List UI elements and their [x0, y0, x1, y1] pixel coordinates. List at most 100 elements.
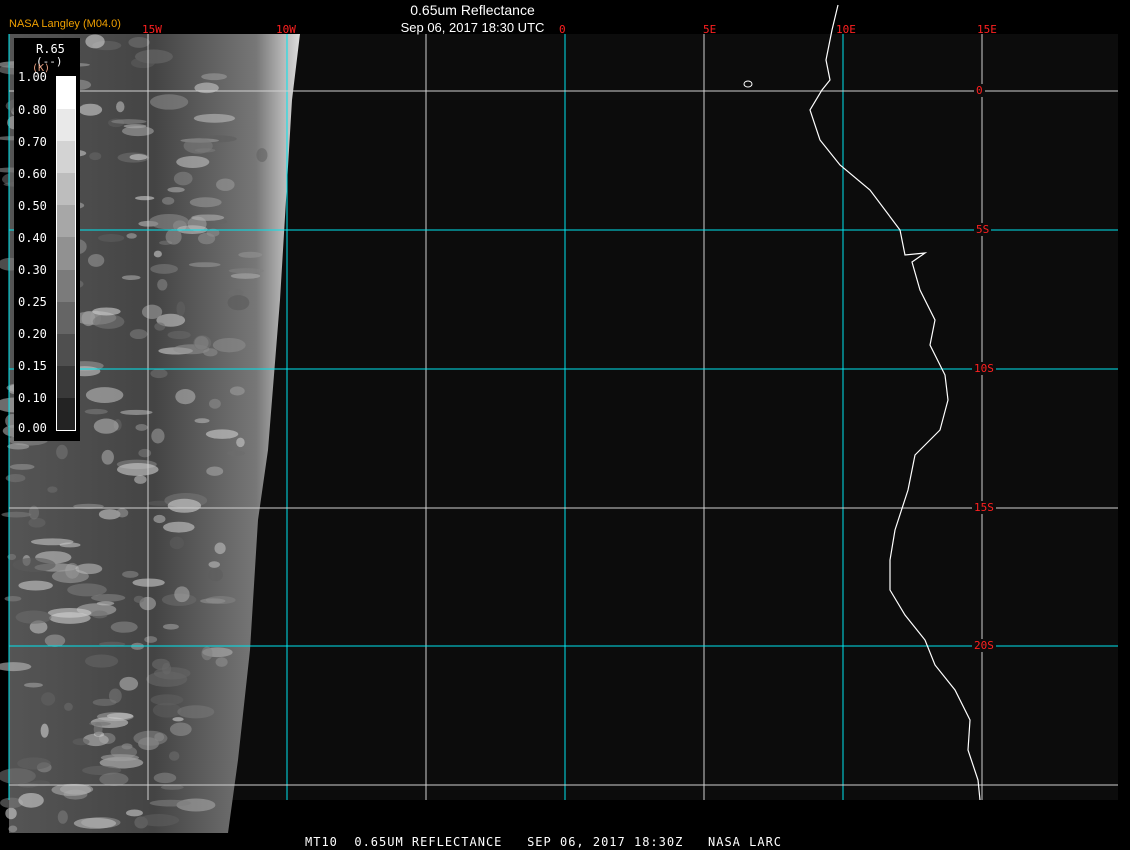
cloud-patch [91, 610, 108, 619]
cloud-patch [73, 817, 117, 829]
cloud-patch [91, 593, 126, 602]
cloud-patch [4, 595, 22, 602]
cloud-patch [133, 595, 145, 603]
cloud-patch [8, 825, 18, 833]
cloud-patch [130, 57, 155, 69]
cloud-patch [75, 563, 103, 575]
footer-caption: MT10 0.65UM REFLECTANCE SEP 06, 2017 18:… [305, 835, 783, 849]
cloud-patch [84, 654, 119, 668]
cloud-patch [116, 463, 159, 476]
cloud-patch [18, 580, 53, 591]
cloud-patch [169, 722, 192, 736]
cloud-patch [229, 386, 245, 396]
cloud-patch [7, 443, 30, 450]
cloud-patch [121, 275, 141, 280]
cloud-patch [165, 228, 182, 245]
cloud-patch [47, 607, 92, 618]
color-legend: R.65 (--) (K) 1.00 0.80 0.70 0.60 0.50 0… [14, 38, 80, 441]
cloud-patch [30, 538, 74, 546]
cloud-patch [160, 784, 184, 790]
lon-label: 10W [276, 23, 296, 36]
cloud-patch [150, 94, 189, 110]
cloud-patch [216, 178, 235, 191]
legend-value: 0.10 [18, 391, 47, 405]
cloud-patch [228, 288, 244, 297]
cloud-patch [205, 429, 239, 439]
cloud-patch [116, 508, 129, 518]
cloud-patch [128, 36, 150, 48]
legend-value: 0.25 [18, 295, 47, 309]
cloud-patch [215, 657, 228, 667]
cloud-patch [129, 153, 148, 161]
cloud-patch [194, 418, 210, 424]
cloud-patch [135, 423, 148, 431]
cloud-patch [161, 197, 175, 205]
cloud-patch [85, 387, 124, 403]
cloud-patch [110, 621, 138, 633]
cloud-patch [191, 214, 225, 221]
image-title: 0.65um Reflectance [410, 2, 535, 18]
cloud-patch [141, 304, 163, 320]
cloud-patch [172, 717, 184, 722]
lon-label: 10E [836, 23, 856, 36]
cloud-patch [157, 278, 168, 291]
lon-label: 15E [977, 23, 997, 36]
cloud-patch [87, 254, 105, 267]
cloud-patch [97, 234, 125, 242]
cloud-patch [31, 780, 50, 787]
cloud-patch [122, 570, 139, 578]
cloud-patch [47, 486, 58, 493]
cloud-patch [209, 398, 221, 409]
legend-value: 0.20 [18, 327, 47, 341]
legend-value: 0.15 [18, 359, 47, 373]
lat-label: 5S [974, 223, 992, 236]
cloud-patch [149, 799, 192, 807]
cloud-patch [99, 772, 129, 786]
cloud-patch [138, 448, 152, 458]
cloud-patch [9, 463, 35, 470]
legend-swatch [57, 365, 75, 398]
lat-label: 0 [974, 84, 985, 97]
cloud-patch [84, 408, 108, 415]
cloud-patch [238, 251, 263, 258]
cloud-patch [153, 514, 166, 524]
legend-swatch [57, 173, 75, 206]
cloud-patch [174, 586, 190, 603]
cloud-patch [108, 688, 122, 704]
lon-label: 5E [703, 23, 717, 36]
cloud-patch [135, 195, 155, 201]
cloud-patch [125, 809, 143, 817]
cloud-patch [228, 268, 264, 274]
lat-label: 10S [972, 362, 996, 375]
cloud-patch [176, 156, 210, 168]
cloud-patch [5, 807, 17, 820]
cloud-patch [256, 148, 268, 163]
cloud-patch [15, 610, 52, 624]
legend-color-bar [56, 76, 76, 431]
lat-label: 20S [972, 639, 996, 652]
lat-label: 15S [972, 501, 996, 514]
cloud-patch [193, 113, 236, 123]
cloud-patch [188, 262, 221, 268]
cloud-patch [106, 712, 134, 720]
legend-value: 0.40 [18, 231, 47, 245]
cloud-patch [169, 536, 184, 550]
cloud-patch [133, 730, 168, 746]
cloud-patch [200, 598, 226, 604]
cloud-patch [175, 389, 196, 405]
cloud-patch [163, 521, 195, 533]
cloud-patch [194, 82, 219, 94]
cloud-patch [64, 702, 73, 711]
cloud-patch [24, 682, 43, 688]
cloud-patch [111, 119, 147, 124]
cloud-patch [153, 250, 162, 258]
cloud-patch [206, 466, 224, 476]
cloud-patch [176, 301, 186, 317]
cloud-patch [41, 692, 56, 706]
cloud-patch [208, 561, 220, 568]
cloud-patch [230, 273, 261, 279]
legend-swatch [57, 269, 75, 302]
lon-label: 0 [559, 23, 566, 36]
cloud-patch [163, 623, 179, 630]
cloud-patch [121, 126, 154, 137]
